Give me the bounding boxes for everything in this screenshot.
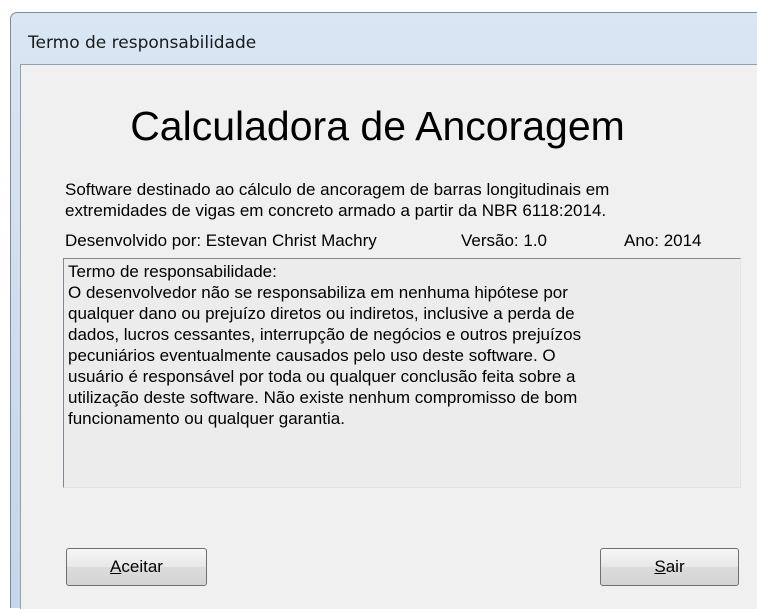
description-line: Software destinado ao cálculo de ancorag… bbox=[65, 180, 610, 199]
exit-mnemonic: S bbox=[654, 557, 666, 576]
disclaimer-line: pecuniários eventualmente causados pelo … bbox=[68, 346, 556, 365]
disclaimer-line: qualquer dano ou prejuízo diretos ou ind… bbox=[68, 304, 575, 323]
description-line: extremidades de vigas em concreto armado… bbox=[65, 201, 607, 220]
disclaimer-line: funcionamento ou qualquer garantia. bbox=[68, 409, 345, 428]
window-title: Termo de responsabilidade bbox=[28, 33, 257, 53]
disclaimer-textbox[interactable]: Termo de responsabilidade: O desenvolved… bbox=[63, 258, 741, 488]
year-label: Ano: 2014 bbox=[624, 231, 702, 250]
title-bar[interactable]: Termo de responsabilidade bbox=[11, 13, 757, 53]
disclaimer-line: Termo de responsabilidade: bbox=[68, 262, 277, 281]
developer-label: Desenvolvido por: Estevan Christ Machry bbox=[65, 231, 377, 250]
disclaimer-line: O desenvolvedor não se responsabiliza em… bbox=[68, 283, 568, 302]
dialog-client-area: Calculadora de Ancoragem Software destin… bbox=[20, 64, 757, 609]
disclaimer-line: usuário é responsável por toda ou qualqu… bbox=[68, 367, 576, 386]
disclaimer-line: utilização deste software. Não existe ne… bbox=[68, 388, 578, 407]
exit-label: air bbox=[665, 557, 685, 576]
accept-mnemonic: A bbox=[110, 557, 122, 576]
app-title: Calculadora de Ancoragem bbox=[130, 103, 625, 149]
disclaimer-line: dados, lucros cessantes, interrupção de … bbox=[68, 325, 582, 344]
exit-button[interactable]: Sair bbox=[600, 548, 739, 586]
app-description: Software destinado ao cálculo de ancorag… bbox=[65, 179, 755, 221]
accept-label: ceitar bbox=[121, 557, 163, 576]
dialog-window: Termo de responsabilidade Calculadora de… bbox=[10, 12, 757, 609]
version-label: Versão: 1.0 bbox=[461, 231, 548, 250]
accept-button[interactable]: Aceitar bbox=[66, 548, 207, 586]
